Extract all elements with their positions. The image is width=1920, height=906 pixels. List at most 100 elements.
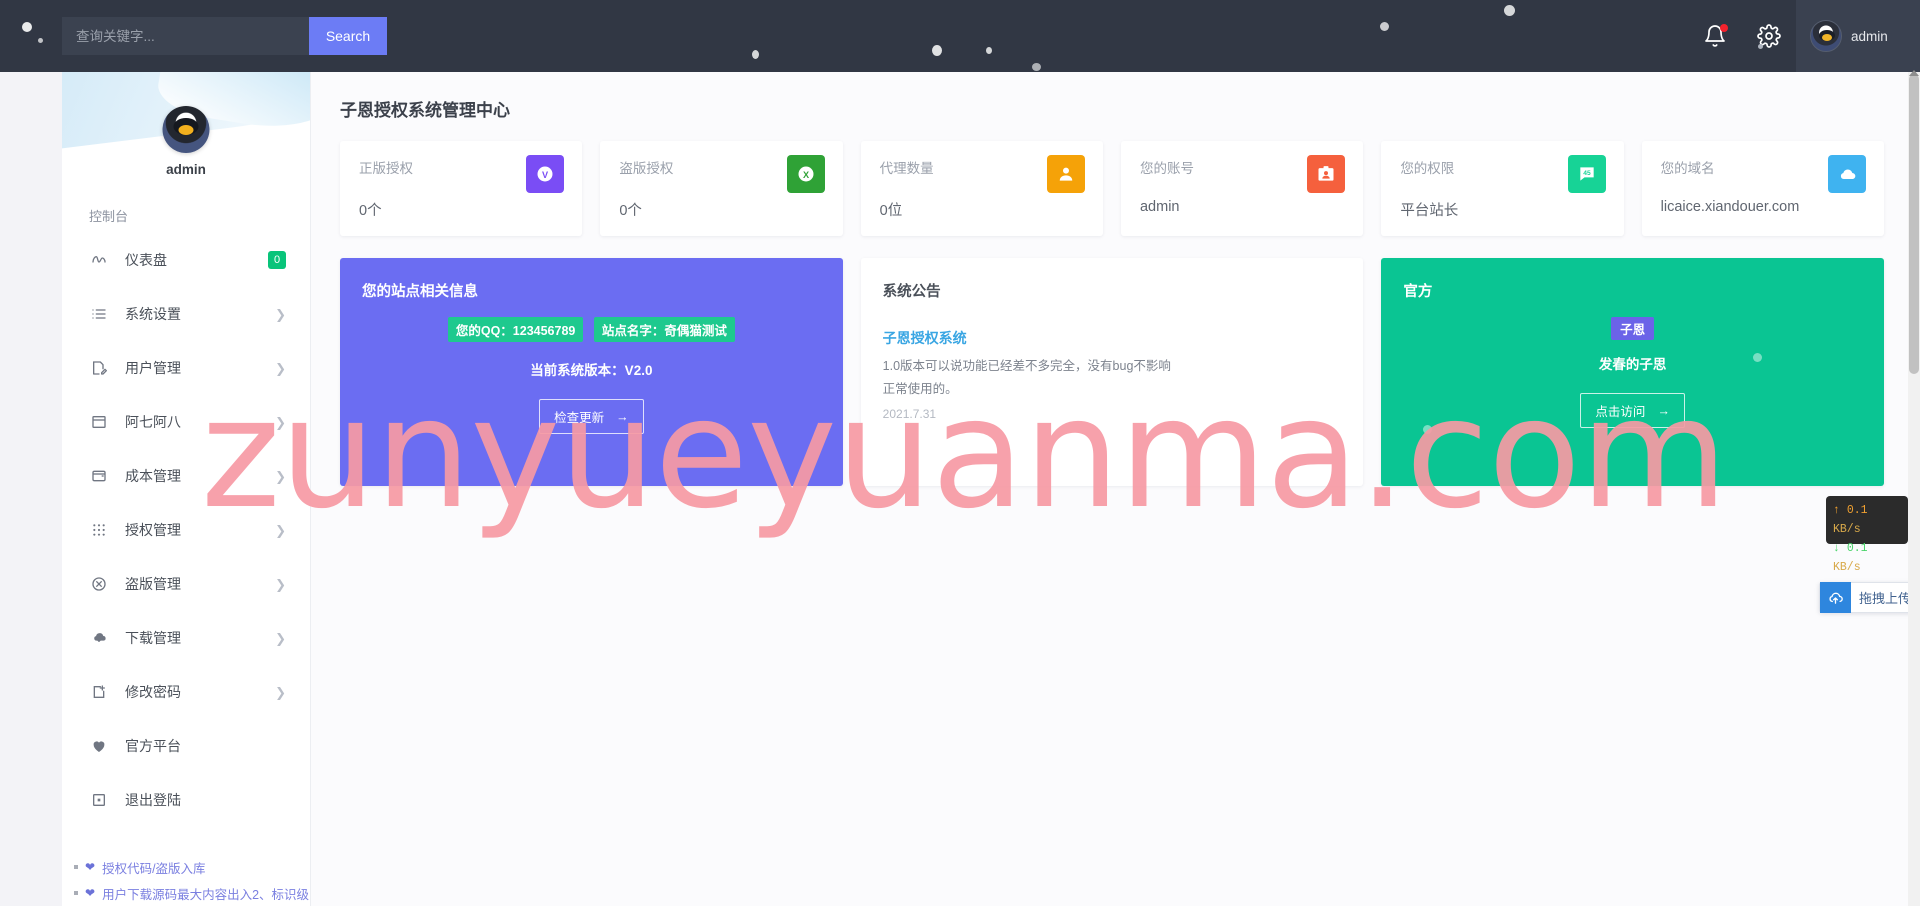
header-search: Search	[62, 17, 387, 55]
network-speed-widget: ↑ 0.1 KB/s ↓ 0.1 KB/s	[1826, 496, 1908, 574]
sidebar-item-aqiaba[interactable]: 阿七阿八 ❯	[62, 395, 310, 449]
drag-upload-widget[interactable]: 拖拽上传	[1818, 582, 1920, 613]
left-strip	[0, 72, 62, 906]
chevron-right-icon: ❯	[275, 414, 286, 430]
chevron-right-icon: ❯	[275, 468, 286, 484]
stat-value: licaice.xiandouer.com	[1660, 199, 1800, 215]
sidebar-item-system-settings[interactable]: 系统设置 ❯	[62, 287, 310, 341]
user-edit-icon	[89, 359, 108, 378]
page-title: 子恩授权系统管理中心	[340, 101, 510, 120]
panel-title: 您的站点相关信息	[362, 284, 478, 300]
info-circle-icon: V	[526, 155, 565, 193]
wallet-icon	[89, 467, 108, 486]
system-notice-panel: 系统公告 子恩授权系统 1.0版本可以说功能已经差不多完全，没有bug不影响正常…	[860, 258, 1364, 486]
sidebar-footer-links: ❤ 授权代码/盗版入库 ❤ 用户下载源码最大内容出入2、标识级	[62, 854, 310, 906]
sidebar-item-label: 下载管理	[125, 630, 181, 646]
settings-button[interactable]	[1742, 0, 1796, 72]
heart-icon: ❤	[85, 860, 96, 874]
check-update-label: 检查更新	[554, 411, 605, 425]
user-menu[interactable]: admin	[1758, 0, 1920, 72]
heart-icon	[89, 737, 108, 756]
site-info-panel: 您的站点相关信息 您的QQ：123456789 站点名字：奇偶猫测试 当前系统版…	[340, 258, 843, 486]
grid-dots-icon	[89, 521, 108, 540]
sidebar-group-title: 控制台	[89, 209, 129, 224]
bullet-icon	[74, 865, 78, 869]
site-name-tag: 站点名字：奇偶猫测试	[593, 317, 735, 342]
stat-card-your-account: 您的账号 admin	[1120, 141, 1364, 236]
vertical-scrollbar-thumb[interactable]	[1909, 74, 1919, 374]
check-update-button[interactable]: 检查更新 →	[539, 399, 644, 434]
stat-value: 0个	[619, 203, 642, 219]
sidebar-footer-link-label: 授权代码/盗版入库	[102, 861, 206, 876]
avatar	[1810, 20, 1842, 52]
decorative-dot	[1758, 44, 1763, 49]
cloud-upload-icon	[1819, 582, 1851, 613]
visit-button[interactable]: 点击访问 →	[1580, 393, 1685, 428]
sidebar-footer-link-label: 用户下载源码最大内容出入2、标识级	[102, 887, 310, 902]
chevron-right-icon: ❯	[275, 684, 286, 700]
stat-card-agent-count: 代理数量 0位	[860, 141, 1103, 236]
network-upload-row: ↑ 0.1 KB/s	[1833, 501, 1901, 539]
sidebar-item-official-platform[interactable]: 官方平台	[62, 719, 310, 773]
heart-icon: ❤	[85, 886, 96, 900]
id-card-icon	[1307, 155, 1346, 193]
sidebar-item-label: 盗版管理	[125, 576, 181, 592]
list-settings-icon	[89, 305, 108, 324]
svg-text:V: V	[542, 170, 549, 180]
sidebar-badge: 0	[268, 251, 286, 269]
sidebar-footer-link[interactable]: ❤ 授权代码/盗版入库	[74, 854, 310, 880]
sidebar-user-name: admin	[166, 162, 206, 177]
sidebar-item-label: 系统设置	[125, 306, 181, 322]
sidebar-item-piracy-management[interactable]: 盗版管理 ❯	[62, 557, 310, 611]
panel-title: 系统公告	[882, 284, 941, 300]
sidebar-item-label: 成本管理	[125, 468, 181, 484]
search-button[interactable]: Search	[309, 17, 387, 55]
official-panel-body: 子恩 发春的子思 点击访问 →	[1381, 317, 1884, 434]
arrow-up-icon: ↑	[1833, 504, 1840, 517]
decorative-dot	[1504, 5, 1515, 16]
sidebar-item-change-password[interactable]: 修改密码 ❯	[62, 665, 310, 719]
decorative-dot	[22, 22, 32, 32]
sidebar: admin 控制台 仪表盘 0 系统设置 ❯ 用户管理 ❯ 阿七阿八 ❯ 成本管…	[62, 72, 311, 906]
chevron-right-icon: ❯	[275, 576, 286, 592]
chevron-right-icon: ❯	[275, 522, 286, 538]
official-subtitle: 发春的子思	[1598, 357, 1667, 372]
sidebar-item-label: 仪表盘	[125, 252, 167, 268]
network-upload-unit: KB/s	[1833, 523, 1861, 536]
sidebar-item-download-management[interactable]: 下载管理 ❯	[62, 611, 310, 665]
system-version-text: 当前系统版本：V2.0	[530, 363, 653, 378]
top-header: Search admin	[0, 0, 1920, 72]
sidebar-item-logout[interactable]: 退出登陆	[62, 773, 310, 827]
notice-item-title[interactable]: 子恩授权系统	[883, 328, 1364, 348]
sidebar-item-dashboard[interactable]: 仪表盘 0	[62, 233, 310, 287]
stat-card-pirated-authorizations: 盗版授权 0个 X	[600, 141, 843, 236]
sidebar-item-label: 授权管理	[125, 522, 181, 538]
search-input[interactable]	[62, 17, 309, 55]
notification-button[interactable]	[1688, 0, 1742, 72]
decorative-dot	[1032, 63, 1041, 71]
network-upload-value: 0.1	[1846, 504, 1868, 517]
stat-value: admin	[1139, 199, 1180, 215]
key-add-icon	[89, 683, 108, 702]
scroll-up-arrow-icon[interactable]	[1909, 66, 1919, 76]
arrow-right-icon: →	[616, 409, 629, 424]
stat-card-your-permission: 您的权限 平台站长 45	[1381, 141, 1624, 236]
main-content: 子恩授权系统管理中心 正版授权 0个 V 盗版授权 0个 X 代理数量 0位 您…	[311, 72, 1908, 906]
chevron-right-icon: ❯	[275, 360, 286, 376]
svg-text:X: X	[803, 170, 810, 180]
sidebar-item-label: 官方平台	[125, 738, 181, 754]
official-panel: 官方 子恩 发春的子思 点击访问 →	[1381, 258, 1885, 486]
site-info-body: 您的QQ：123456789 站点名字：奇偶猫测试 当前系统版本：V2.0 检查…	[340, 317, 843, 434]
sidebar-item-user-management[interactable]: 用户管理 ❯	[62, 341, 310, 395]
ban-circle-icon	[89, 575, 108, 594]
sidebar-item-cost-management[interactable]: 成本管理 ❯	[62, 449, 310, 503]
sidebar-item-authorization-management[interactable]: 授权管理 ❯	[62, 503, 310, 557]
sidebar-footer-link[interactable]: ❤ 用户下载源码最大内容出入2、标识级	[74, 880, 310, 906]
chevron-right-icon: ❯	[275, 630, 286, 646]
notification-badge	[1720, 24, 1728, 32]
notice-item-date: 2021.7.31	[882, 407, 937, 422]
sidebar-item-label: 用户管理	[125, 360, 181, 376]
logout-icon	[89, 791, 108, 810]
avatar[interactable]	[162, 106, 210, 153]
network-download-value: 0.1	[1846, 542, 1868, 555]
